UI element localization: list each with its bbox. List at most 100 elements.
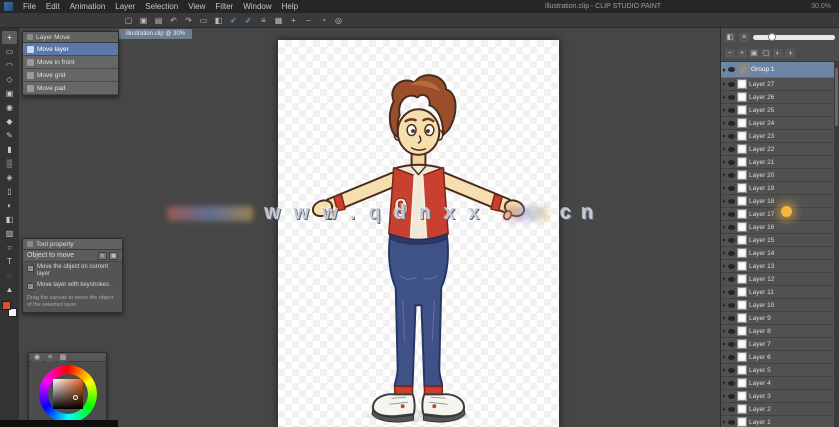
Layer 3[interactable]: Layer 3 <box>721 390 834 403</box>
marquee-tool[interactable]: ▭ <box>2 45 17 58</box>
menu-selection[interactable]: Selection <box>140 0 183 13</box>
visibility-eye-icon[interactable] <box>728 198 735 204</box>
tool-property-header[interactable]: Tool property <box>23 239 122 250</box>
Layer 7[interactable]: Layer 7 <box>721 338 834 351</box>
canvas-area[interactable]: illustration.clip @ 30% 0 www.qdnxx cn <box>19 28 720 427</box>
Group 1[interactable]: Group 1 <box>721 62 834 78</box>
Layer 26[interactable]: Layer 26 <box>721 91 834 104</box>
expand-chevron-icon[interactable] <box>723 173 726 177</box>
visibility-eye-icon[interactable] <box>728 120 735 126</box>
expand-chevron-icon[interactable] <box>723 329 726 333</box>
figure-tool[interactable]: ○ <box>2 241 17 254</box>
expand-chevron-icon[interactable] <box>723 303 726 307</box>
menu-help[interactable]: Help <box>277 0 303 13</box>
Layer 1[interactable]: Layer 1 <box>721 416 834 427</box>
visibility-eye-icon[interactable] <box>728 315 735 321</box>
layers-scrollbar[interactable] <box>834 62 839 427</box>
Layer 21[interactable]: Layer 21 <box>721 156 834 169</box>
visibility-eye-icon[interactable] <box>728 406 735 412</box>
Layer 2[interactable]: Layer 2 <box>721 403 834 416</box>
Layer 5[interactable]: Layer 5 <box>721 364 834 377</box>
visibility-eye-icon[interactable] <box>728 367 735 373</box>
airbrush-tool[interactable]: ▒ <box>2 157 17 170</box>
subtool-move-front[interactable]: Move in front <box>23 56 118 69</box>
Layer 27[interactable]: Layer 27 <box>721 78 834 91</box>
list-view-icon[interactable]: ≡ <box>98 251 107 260</box>
Layer 10[interactable]: Layer 10 <box>721 299 834 312</box>
subtool-move-pad[interactable]: Move pad <box>23 82 118 95</box>
document-tab[interactable]: illustration.clip @ 30% <box>119 29 193 39</box>
Layer 17[interactable]: Layer 17 <box>721 208 834 221</box>
expand-chevron-icon[interactable] <box>723 342 726 346</box>
Layer 25[interactable]: Layer 25 <box>721 104 834 117</box>
text-tool[interactable]: T <box>2 255 17 268</box>
visibility-eye-icon[interactable] <box>728 237 735 243</box>
balloon-tool[interactable]: ◌ <box>2 269 17 282</box>
grid-view-icon[interactable]: ▦ <box>109 251 118 260</box>
expand-chevron-icon[interactable] <box>723 290 726 294</box>
zoom-slider-knob[interactable] <box>767 32 776 41</box>
visibility-eye-icon[interactable] <box>728 94 735 100</box>
Layer 22[interactable]: Layer 22 <box>721 143 834 156</box>
visibility-eye-icon[interactable] <box>728 263 735 269</box>
decoration-tool[interactable]: ◈ <box>2 171 17 184</box>
visibility-eye-icon[interactable] <box>728 302 735 308</box>
zoom-out-icon[interactable]: − <box>302 14 315 26</box>
visibility-eye-icon[interactable] <box>728 146 735 152</box>
expand-chevron-icon[interactable] <box>723 67 726 72</box>
option-move-current-layer[interactable]: ✓ Move the object on current layer <box>23 262 122 280</box>
menu-view[interactable]: View <box>183 0 210 13</box>
redo-icon[interactable]: ↷ <box>182 14 195 26</box>
Layer 15[interactable]: Layer 15 <box>721 234 834 247</box>
expand-chevron-icon[interactable] <box>723 95 726 99</box>
zoom-out-icon[interactable]: − <box>725 48 735 58</box>
checkbox[interactable]: ✓ <box>27 265 34 272</box>
fill-icon[interactable]: ◧ <box>212 14 225 26</box>
visibility-eye-icon[interactable] <box>728 67 735 72</box>
rotate-left-icon[interactable]: ◐ <box>773 48 783 58</box>
expand-chevron-icon[interactable] <box>723 394 726 398</box>
crop-tool[interactable]: ▣ <box>2 87 17 100</box>
fit-to-screen-icon[interactable]: ▣ <box>749 48 759 58</box>
visibility-eye-icon[interactable] <box>728 133 735 139</box>
visibility-eye-icon[interactable] <box>728 393 735 399</box>
visibility-eye-icon[interactable] <box>728 380 735 386</box>
Layer 13[interactable]: Layer 13 <box>721 260 834 273</box>
menu-window[interactable]: Window <box>238 0 276 13</box>
fill-tool[interactable]: ◧ <box>2 213 17 226</box>
expand-chevron-icon[interactable] <box>723 251 726 255</box>
visibility-eye-icon[interactable] <box>728 289 735 295</box>
expand-chevron-icon[interactable] <box>723 381 726 385</box>
expand-chevron-icon[interactable] <box>723 316 726 320</box>
expand-chevron-icon[interactable] <box>723 277 726 281</box>
actual-size-icon[interactable]: ▢ <box>761 48 771 58</box>
magic-wand-tool[interactable]: ◇ <box>2 73 17 86</box>
lasso-tool[interactable]: ◠ <box>2 59 17 72</box>
clear-icon[interactable]: ▭ <box>197 14 210 26</box>
menu-file[interactable]: File <box>18 0 41 13</box>
menu-filter[interactable]: Filter <box>210 0 238 13</box>
subtool-move-grid[interactable]: Move grid <box>23 69 118 82</box>
expand-chevron-icon[interactable] <box>723 121 726 125</box>
Layer 18[interactable]: Layer 18 <box>721 195 834 208</box>
nav-menu-icon[interactable]: ≡ <box>739 32 749 42</box>
Layer 6[interactable]: Layer 6 <box>721 351 834 364</box>
move-target-field[interactable]: Object to move ≡ ▦ <box>23 250 122 262</box>
operation-tool[interactable]: ▲ <box>2 283 17 296</box>
new-file-icon[interactable]: ▢ <box>122 14 135 26</box>
expand-chevron-icon[interactable] <box>723 238 726 242</box>
Layer 24[interactable]: Layer 24 <box>721 117 834 130</box>
eraser-tool[interactable]: ▯ <box>2 185 17 198</box>
subtool-move-layer[interactable]: Move layer <box>23 43 118 56</box>
menu-animation[interactable]: Animation <box>65 0 111 13</box>
menu-layer[interactable]: Layer <box>110 0 140 13</box>
nav-preview-icon[interactable]: ◧ <box>725 32 735 42</box>
pen-tool[interactable]: ◆ <box>2 115 17 128</box>
ruler-icon[interactable]: ≡ <box>257 14 270 26</box>
visibility-eye-icon[interactable] <box>728 250 735 256</box>
visibility-eye-icon[interactable] <box>728 211 735 217</box>
subtool-panel-header[interactable]: Layer Move <box>23 32 118 43</box>
zoom-in-icon[interactable]: + <box>287 14 300 26</box>
expand-chevron-icon[interactable] <box>723 186 726 190</box>
expand-chevron-icon[interactable] <box>723 212 726 216</box>
